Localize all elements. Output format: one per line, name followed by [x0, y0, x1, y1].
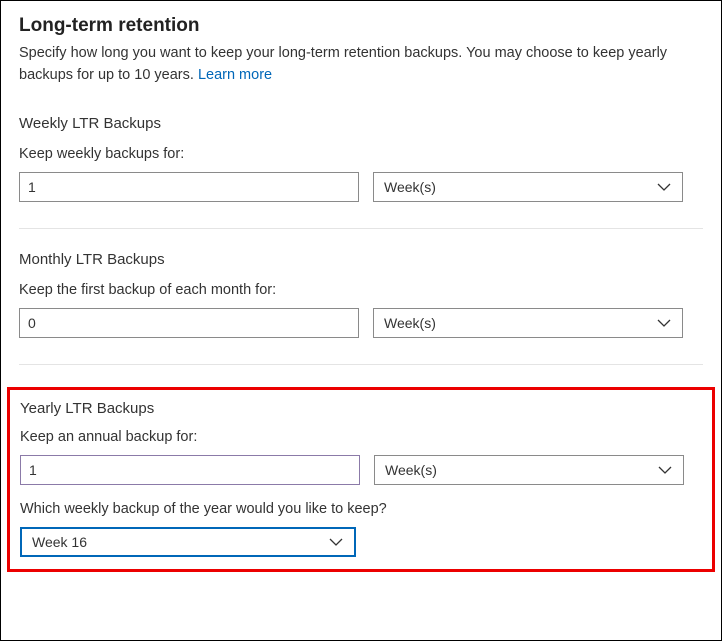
weekly-value-input[interactable]: 1	[19, 172, 359, 202]
weekly-unit-text: Week(s)	[384, 179, 436, 195]
yearly-unit-text: Week(s)	[385, 462, 437, 478]
monthly-heading: Monthly LTR Backups	[19, 251, 703, 268]
yearly-heading: Yearly LTR Backups	[20, 400, 702, 417]
weekly-unit-select[interactable]: Week(s)	[373, 172, 683, 202]
yearly-value-text: 1	[29, 462, 37, 478]
monthly-unit-text: Week(s)	[384, 315, 436, 331]
learn-more-link[interactable]: Learn more	[198, 67, 272, 83]
ltr-panel: Long-term retention Specify how long you…	[0, 0, 722, 641]
yearly-week-text: Week 16	[32, 534, 87, 550]
monthly-label: Keep the first backup of each month for:	[19, 282, 703, 298]
divider	[19, 228, 703, 229]
yearly-week-label: Which weekly backup of the year would yo…	[20, 501, 702, 517]
yearly-section-highlight: Yearly LTR Backups Keep an annual backup…	[7, 387, 715, 572]
weekly-label: Keep weekly backups for:	[19, 146, 703, 162]
panel-description: Specify how long you want to keep your l…	[19, 43, 703, 87]
monthly-value-input[interactable]: 0	[19, 308, 359, 338]
chevron-down-icon	[657, 462, 673, 478]
divider	[19, 364, 703, 365]
monthly-unit-select[interactable]: Week(s)	[373, 308, 683, 338]
weekly-value-text: 1	[28, 179, 36, 195]
description-text: Specify how long you want to keep your l…	[19, 45, 667, 83]
chevron-down-icon	[656, 179, 672, 195]
weekly-heading: Weekly LTR Backups	[19, 115, 703, 132]
yearly-unit-select[interactable]: Week(s)	[374, 455, 684, 485]
yearly-value-input[interactable]: 1	[20, 455, 360, 485]
chevron-down-icon	[328, 534, 344, 550]
chevron-down-icon	[656, 315, 672, 331]
yearly-week-select[interactable]: Week 16	[20, 527, 356, 557]
monthly-value-text: 0	[28, 315, 36, 331]
yearly-label: Keep an annual backup for:	[20, 429, 702, 445]
panel-title: Long-term retention	[19, 15, 703, 37]
